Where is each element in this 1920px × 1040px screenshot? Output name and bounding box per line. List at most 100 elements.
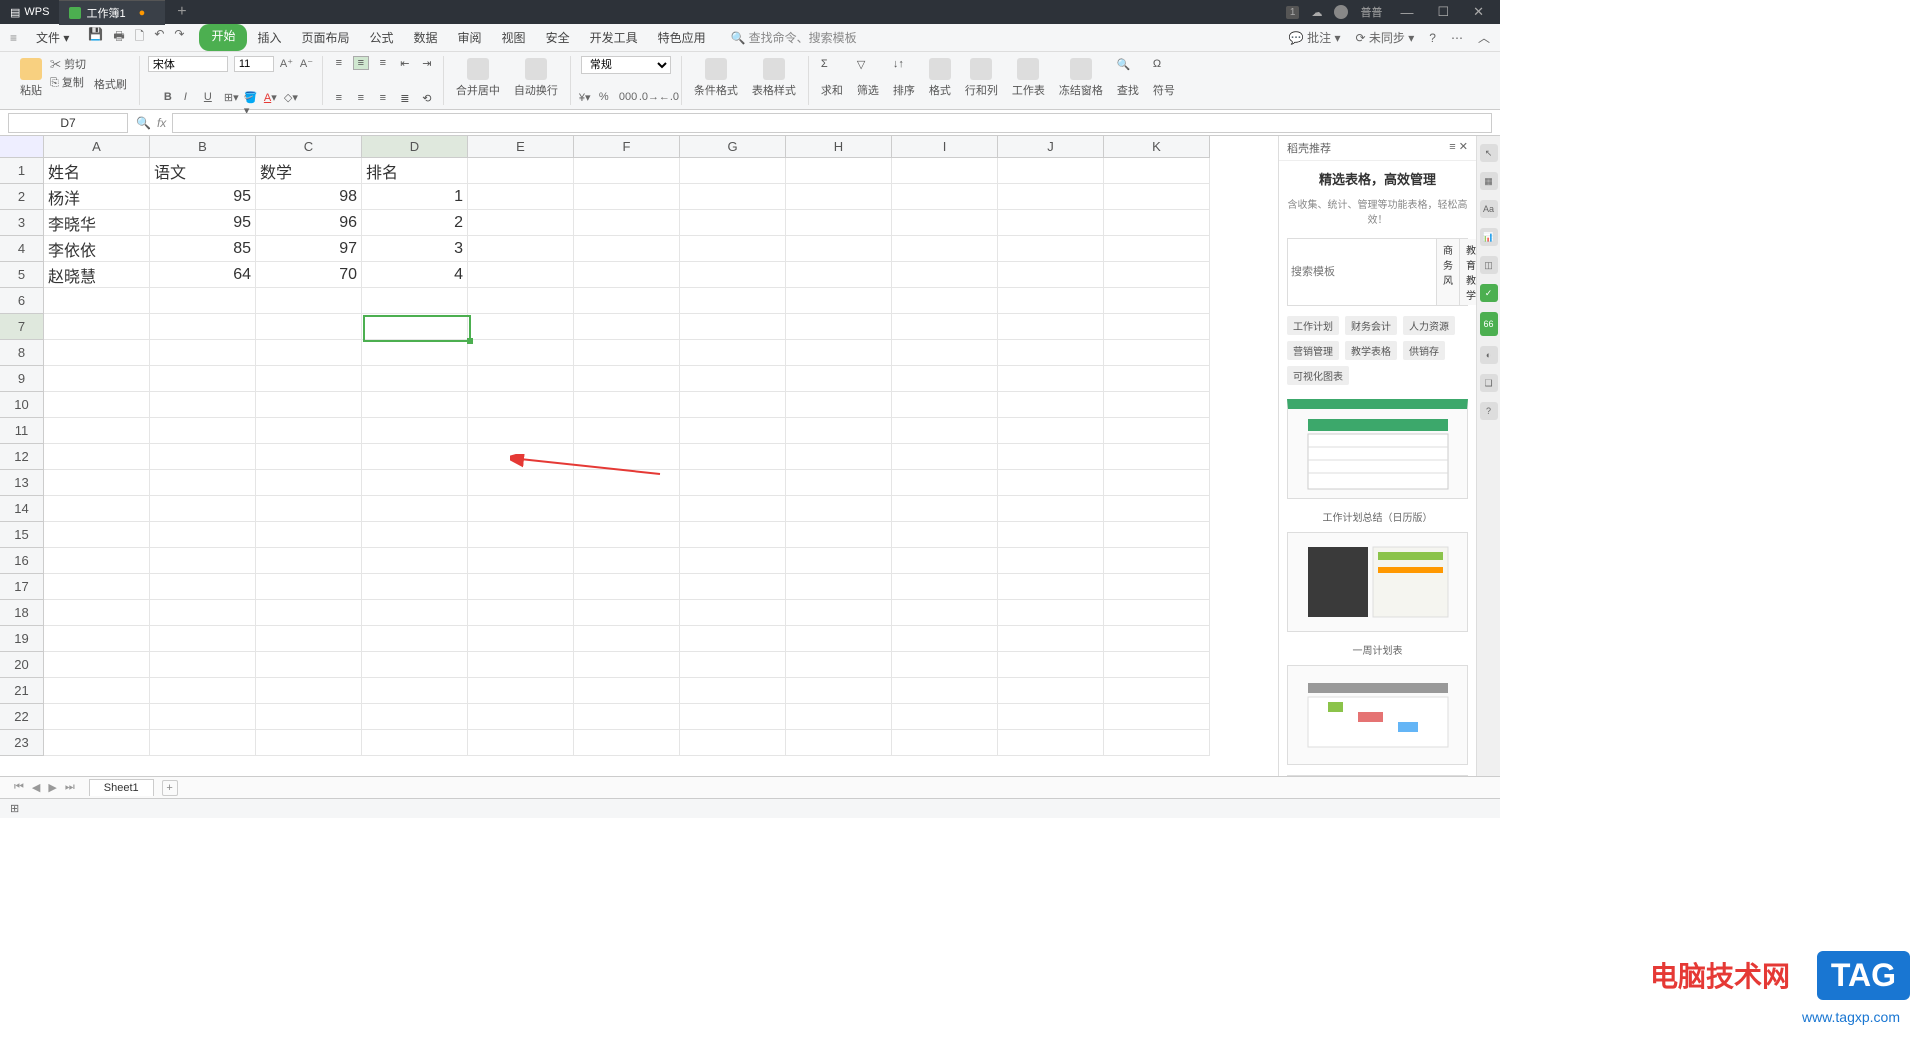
row-header-12[interactable]: 12	[0, 444, 44, 470]
cell-I10[interactable]	[892, 392, 998, 418]
col-header-C[interactable]: C	[256, 136, 362, 158]
orientation-icon[interactable]: ⟲	[419, 91, 435, 105]
col-header-A[interactable]: A	[44, 136, 150, 158]
row-header-23[interactable]: 23	[0, 730, 44, 756]
cell-C20[interactable]	[256, 652, 362, 678]
qat-preview-icon[interactable]: 🗋	[135, 27, 145, 48]
cell-K22[interactable]	[1104, 704, 1210, 730]
indent-decrease-icon[interactable]: ⇤	[397, 56, 413, 70]
tab-security[interactable]: 安全	[536, 24, 580, 51]
panel-close-icon[interactable]: ✕	[1459, 141, 1468, 153]
cell-K3[interactable]	[1104, 210, 1210, 236]
close-button[interactable]: ✕	[1467, 4, 1490, 20]
cell-A9[interactable]	[44, 366, 150, 392]
row-header-3[interactable]: 3	[0, 210, 44, 236]
cell-E15[interactable]	[468, 522, 574, 548]
row-header-20[interactable]: 20	[0, 652, 44, 678]
cell-E3[interactable]	[468, 210, 574, 236]
fx-icon[interactable]: fx	[157, 116, 166, 130]
cell-E22[interactable]	[468, 704, 574, 730]
cell-I15[interactable]	[892, 522, 998, 548]
cell-J1[interactable]	[998, 158, 1104, 184]
cell-G4[interactable]	[680, 236, 786, 262]
cell-F19[interactable]	[574, 626, 680, 652]
spreadsheet-grid[interactable]: A B C D E F G H I J K 1姓名语文数学排名2杨洋959813…	[0, 136, 1278, 776]
cell-F23[interactable]	[574, 730, 680, 756]
sheet-next-icon[interactable]: ▶	[44, 781, 60, 794]
cell-E16[interactable]	[468, 548, 574, 574]
cell-J15[interactable]	[998, 522, 1104, 548]
cell-C21[interactable]	[256, 678, 362, 704]
tag-finance[interactable]: 财务会计	[1345, 316, 1397, 335]
cell-K1[interactable]	[1104, 158, 1210, 184]
cell-B6[interactable]	[150, 288, 256, 314]
comma-icon[interactable]: 000	[619, 91, 633, 105]
tag-workplan[interactable]: 工作计划	[1287, 316, 1339, 335]
cell-D13[interactable]	[362, 470, 468, 496]
currency-icon[interactable]: ¥▾	[579, 91, 593, 105]
cell-I8[interactable]	[892, 340, 998, 366]
cell-A22[interactable]	[44, 704, 150, 730]
cell-G20[interactable]	[680, 652, 786, 678]
cell-A17[interactable]	[44, 574, 150, 600]
cell-D4[interactable]: 3	[362, 236, 468, 262]
cell-A3[interactable]: 李晓华	[44, 210, 150, 236]
cell-C15[interactable]	[256, 522, 362, 548]
cell-A12[interactable]	[44, 444, 150, 470]
cell-I16[interactable]	[892, 548, 998, 574]
row-header-16[interactable]: 16	[0, 548, 44, 574]
cell-F11[interactable]	[574, 418, 680, 444]
cell-K20[interactable]	[1104, 652, 1210, 678]
cell-I20[interactable]	[892, 652, 998, 678]
cell-D10[interactable]	[362, 392, 468, 418]
cell-A18[interactable]	[44, 600, 150, 626]
cell-I14[interactable]	[892, 496, 998, 522]
side-select-icon[interactable]: ↖	[1480, 144, 1498, 162]
cell-D22[interactable]	[362, 704, 468, 730]
cell-A13[interactable]	[44, 470, 150, 496]
cell-J2[interactable]	[998, 184, 1104, 210]
cell-C17[interactable]	[256, 574, 362, 600]
add-sheet-button[interactable]: +	[162, 780, 178, 796]
cell-B17[interactable]	[150, 574, 256, 600]
cell-I6[interactable]	[892, 288, 998, 314]
cell-A7[interactable]	[44, 314, 150, 340]
cell-H8[interactable]	[786, 340, 892, 366]
cell-H5[interactable]	[786, 262, 892, 288]
number-format-select[interactable]: 常规	[581, 56, 671, 74]
cell-H11[interactable]	[786, 418, 892, 444]
row-header-15[interactable]: 15	[0, 522, 44, 548]
cell-H21[interactable]	[786, 678, 892, 704]
cell-E14[interactable]	[468, 496, 574, 522]
cell-G7[interactable]	[680, 314, 786, 340]
row-header-17[interactable]: 17	[0, 574, 44, 600]
cell-H17[interactable]	[786, 574, 892, 600]
clear-format-icon[interactable]: ◇▾	[284, 91, 298, 105]
tab-review[interactable]: 审阅	[448, 24, 492, 51]
col-header-H[interactable]: H	[786, 136, 892, 158]
fill-color-icon[interactable]: 🪣▾	[244, 91, 258, 105]
notification-badge[interactable]: 1	[1286, 6, 1300, 19]
cell-G6[interactable]	[680, 288, 786, 314]
cell-B12[interactable]	[150, 444, 256, 470]
cell-H13[interactable]	[786, 470, 892, 496]
cell-H12[interactable]	[786, 444, 892, 470]
cell-B22[interactable]	[150, 704, 256, 730]
cell-I21[interactable]	[892, 678, 998, 704]
cell-C13[interactable]	[256, 470, 362, 496]
cell-D17[interactable]	[362, 574, 468, 600]
col-header-E[interactable]: E	[468, 136, 574, 158]
cell-D5[interactable]: 4	[362, 262, 468, 288]
decrease-font-icon[interactable]: A⁻	[300, 57, 314, 71]
tab-developer[interactable]: 开发工具	[580, 24, 648, 51]
decrease-decimal-icon[interactable]: ←.0	[659, 91, 673, 105]
cell-C3[interactable]: 96	[256, 210, 362, 236]
cell-B9[interactable]	[150, 366, 256, 392]
col-header-J[interactable]: J	[998, 136, 1104, 158]
cell-K16[interactable]	[1104, 548, 1210, 574]
row-header-1[interactable]: 1	[0, 158, 44, 184]
side-counter[interactable]: 66	[1480, 312, 1498, 336]
cell-H15[interactable]	[786, 522, 892, 548]
cell-D18[interactable]	[362, 600, 468, 626]
row-header-7[interactable]: 7	[0, 314, 44, 340]
